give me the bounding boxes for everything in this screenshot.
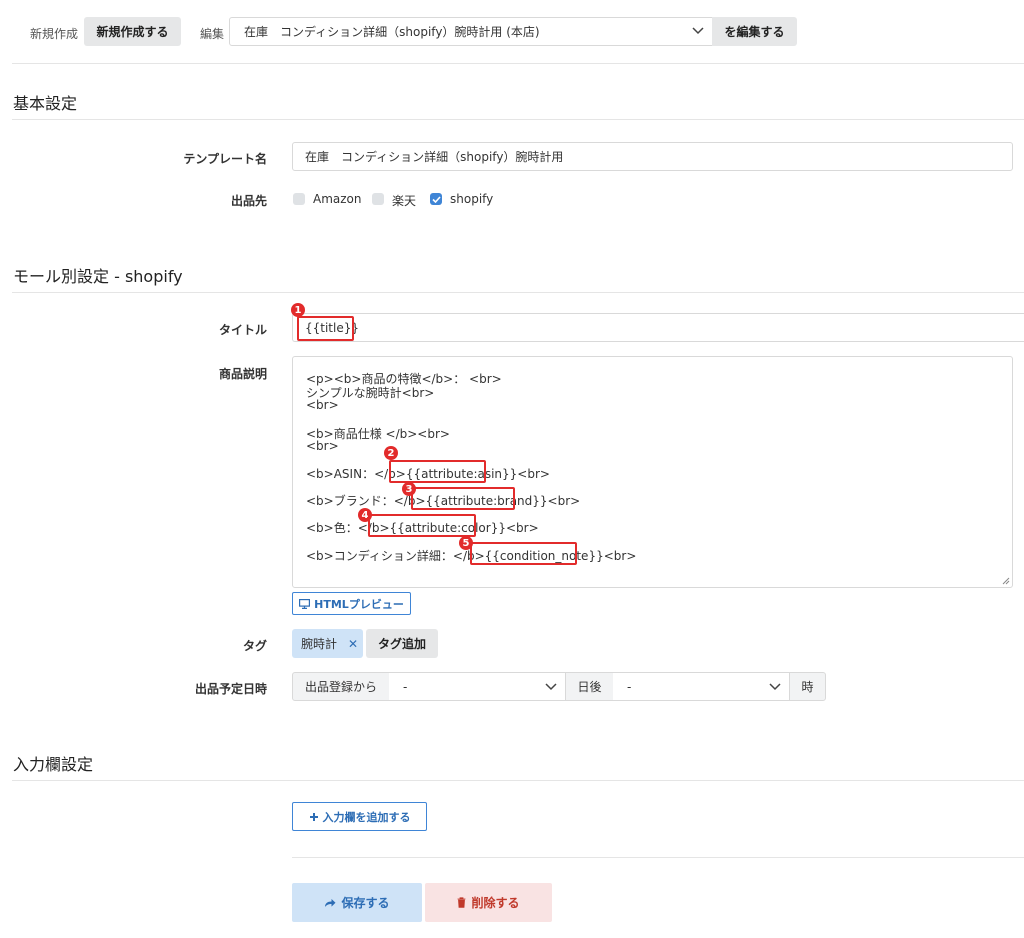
highlight-box-3 <box>411 487 515 510</box>
mall-section-title: モール別設定 - shopify <box>13 267 183 286</box>
trash-icon <box>457 897 466 908</box>
chevron-down-icon <box>545 683 557 691</box>
resize-handle-icon[interactable] <box>1001 576 1010 585</box>
chevron-down-icon <box>692 27 704 35</box>
add-tag-button[interactable]: タグ追加 <box>366 629 438 658</box>
monitor-icon <box>299 598 311 609</box>
toolbar-divider <box>12 63 1024 64</box>
template-name-label: テンプレート名 <box>183 152 267 166</box>
html-preview-button[interactable]: HTMLプレビュー <box>292 592 411 615</box>
description-line: <br> <box>306 398 339 412</box>
delete-label: 削除する <box>471 896 520 910</box>
tags-label: タグ <box>242 639 267 653</box>
description-line: <br> <box>306 439 339 453</box>
rakuten-checkbox[interactable] <box>372 193 384 205</box>
schedule-hour-select[interactable]: - <box>613 672 790 701</box>
highlight-box-4 <box>368 514 476 537</box>
description-label: 商品説明 <box>218 367 267 381</box>
rakuten-label: 楽天 <box>392 194 417 208</box>
schedule-label: 出品予定日時 <box>194 682 267 696</box>
basic-section-title: 基本設定 <box>13 94 78 113</box>
share-arrow-icon <box>325 898 336 907</box>
new-create-button[interactable]: 新規作成する <box>84 17 181 46</box>
chevron-down-icon <box>769 683 781 691</box>
input-fields-divider <box>12 780 1024 781</box>
edit-template-button[interactable]: を編集する <box>712 17 797 46</box>
template-select-value: 在庫 コンディション詳細（shopify）腕時計用 (本店) <box>244 25 540 39</box>
plus-icon <box>309 812 318 821</box>
schedule-days-suffix: 日後 <box>565 672 614 701</box>
amazon-label: Amazon <box>313 192 362 206</box>
highlight-box-2 <box>389 460 486 483</box>
close-icon[interactable]: ✕ <box>348 637 358 651</box>
annotation-badge-3: 3 <box>402 482 416 496</box>
schedule-hour-suffix: 時 <box>789 672 826 701</box>
annotation-badge-1: 1 <box>291 303 305 317</box>
save-button[interactable]: 保存する <box>292 883 422 922</box>
amazon-checkbox[interactable] <box>293 193 305 205</box>
template-name-input[interactable]: 在庫 コンディション詳細（shopify）腕時計用 <box>292 142 1013 171</box>
actions-divider <box>292 857 1024 858</box>
annotation-badge-5: 5 <box>459 536 473 550</box>
annotation-badge-2: 2 <box>384 446 398 460</box>
mall-divider <box>12 292 1024 293</box>
shopify-checkbox[interactable] <box>430 193 442 205</box>
schedule-prefix: 出品登録から <box>292 672 390 701</box>
destinations-label: 出品先 <box>230 194 267 208</box>
schedule-days-select[interactable]: - <box>389 672 566 701</box>
tag-chip-label: 腕時計 <box>301 637 338 651</box>
title-input[interactable]: {{title}} <box>292 313 1024 342</box>
template-select[interactable]: 在庫 コンディション詳細（shopify）腕時計用 (本店) <box>229 17 713 46</box>
delete-button[interactable]: 削除する <box>425 883 552 922</box>
html-preview-label: HTMLプレビュー <box>314 597 404 611</box>
edit-label: 編集 <box>200 27 225 41</box>
highlight-box-1 <box>297 316 354 341</box>
new-label: 新規作成 <box>30 27 79 41</box>
check-icon <box>431 195 441 203</box>
title-label: タイトル <box>218 323 267 337</box>
save-label: 保存する <box>341 896 390 910</box>
schedule-hour-value: - <box>627 679 632 694</box>
input-fields-section-title: 入力欄設定 <box>13 755 94 774</box>
shopify-label: shopify <box>450 192 494 206</box>
tag-chip: 腕時計 ✕ <box>292 629 363 658</box>
schedule-days-value: - <box>403 679 408 694</box>
annotation-badge-4: 4 <box>358 508 372 522</box>
highlight-box-5 <box>470 542 577 565</box>
add-input-field-button[interactable]: 入力欄を追加する <box>292 802 427 831</box>
basic-divider <box>12 119 1024 120</box>
add-input-field-label: 入力欄を追加する <box>322 810 411 824</box>
